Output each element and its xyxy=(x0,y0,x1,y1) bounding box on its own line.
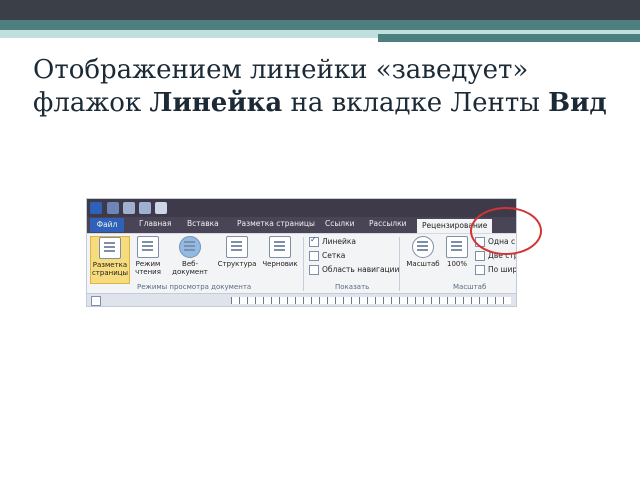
ribbon-body: Разметка страницы Режим чтения Веб-докум… xyxy=(87,233,516,294)
gridlines-checkbox: Сетка xyxy=(309,251,345,261)
checkbox-checked-icon xyxy=(309,235,319,247)
checkbox-icon xyxy=(309,265,319,275)
quick-access-toolbar xyxy=(87,199,516,217)
ruler-checkbox: Линейка xyxy=(309,235,356,247)
tab-mailings: Рассылки xyxy=(369,219,407,228)
tab-selector-icon xyxy=(91,296,101,306)
print-layout-button: Разметка страницы xyxy=(90,236,130,284)
zoom-100-button: 100% xyxy=(443,236,471,282)
separator xyxy=(303,237,304,291)
slide-teal-band xyxy=(0,20,640,30)
page-layout-icon xyxy=(99,237,121,259)
undo-icon xyxy=(123,202,135,214)
outline-icon xyxy=(226,236,248,258)
page-width-icon xyxy=(475,265,485,275)
reading-mode-button: Режим чтения xyxy=(132,236,164,282)
group-label-zoom: Масштаб xyxy=(453,283,487,291)
save-icon xyxy=(107,202,119,214)
horizontal-ruler xyxy=(87,293,516,306)
ruler-scale xyxy=(231,297,511,304)
draft-icon xyxy=(269,236,291,258)
word-ribbon-screenshot: Файл Главная Вставка Разметка страницы С… xyxy=(86,198,517,307)
book-icon xyxy=(137,236,159,258)
tab-file: Файл xyxy=(90,218,124,232)
globe-icon xyxy=(179,236,201,258)
slide-teal-accent xyxy=(378,34,640,42)
page-width-item: По шир xyxy=(475,265,516,275)
word-logo-icon xyxy=(90,202,102,214)
tab-insert: Вставка xyxy=(187,219,219,228)
separator xyxy=(399,237,400,291)
page-100-icon xyxy=(446,236,468,258)
slide-title: Отображением линейки «заведует» флажок Л… xyxy=(33,55,607,118)
outline-button: Структура xyxy=(215,236,259,282)
two-pages-icon xyxy=(475,251,485,261)
group-label-show: Показать xyxy=(335,283,370,291)
print-preview-icon xyxy=(155,202,167,214)
slide-top-band xyxy=(0,0,640,20)
tab-home: Главная xyxy=(139,219,172,228)
highlight-circle xyxy=(470,207,542,255)
ribbon-tabs: Файл Главная Вставка Разметка страницы С… xyxy=(87,217,516,233)
magnifier-icon xyxy=(412,236,434,258)
tab-layout: Разметка страницы xyxy=(237,219,315,228)
draft-button: Черновик xyxy=(259,236,301,282)
group-label-view-modes: Режимы просмотра документа xyxy=(137,283,252,291)
checkbox-icon xyxy=(309,251,319,261)
navigation-pane-checkbox: Область навигации xyxy=(309,265,399,275)
tab-references: Ссылки xyxy=(325,219,355,228)
web-layout-button: Веб-документ xyxy=(166,236,214,282)
redo-icon xyxy=(139,202,151,214)
zoom-button: Масштаб xyxy=(405,236,441,282)
